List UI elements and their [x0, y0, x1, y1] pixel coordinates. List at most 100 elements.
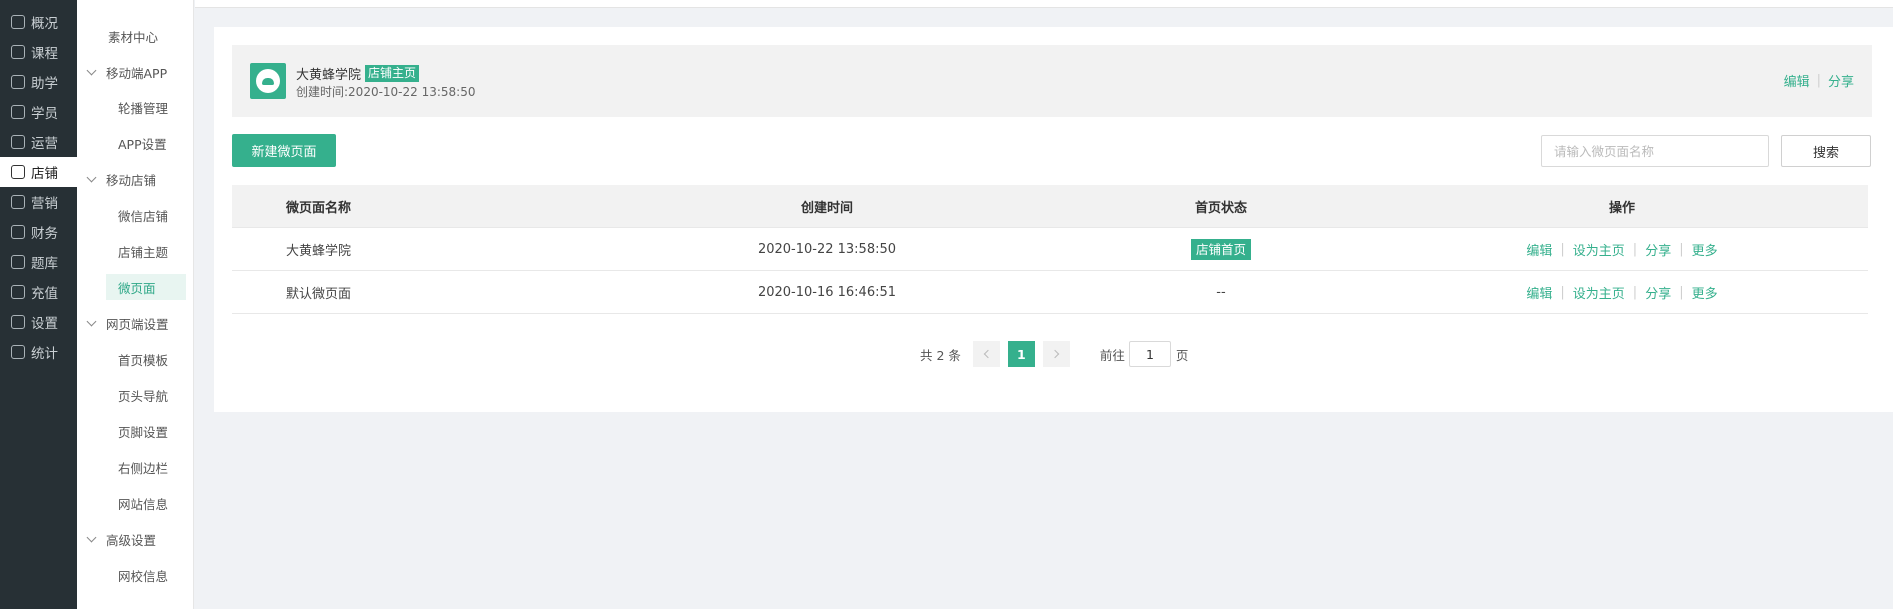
goto-label: 前往 — [1099, 347, 1125, 363]
nav-item-questions[interactable]: 题库 — [0, 247, 77, 277]
submenu-item-carousel[interactable]: 轮播管理 — [106, 94, 186, 120]
submenu-group-web-settings[interactable]: 网页端设置 — [86, 310, 169, 336]
help-icon — [11, 75, 25, 89]
pagination-total: 共 2 条 — [920, 347, 961, 363]
nav-item-finance[interactable]: 财务 — [0, 217, 77, 247]
submenu-group-mobile-app[interactable]: 移动端APP — [86, 59, 167, 85]
nav-label: 运营 — [31, 136, 58, 152]
set-home-link[interactable]: 设为主页 — [1573, 240, 1625, 259]
nav-label: 营销 — [31, 196, 58, 212]
submenu-group-advanced[interactable]: 高级设置 — [86, 526, 156, 552]
nav-label: 概况 — [31, 16, 58, 32]
goto-unit-label: 页 — [1175, 347, 1189, 363]
cube-icon — [11, 135, 25, 149]
store-logo-icon — [250, 63, 286, 99]
set-home-link[interactable]: 设为主页 — [1573, 283, 1625, 302]
column-header-status: 首页状态 — [1194, 200, 1247, 216]
chevron-down-icon — [86, 532, 97, 543]
nav-label: 充值 — [31, 286, 58, 302]
nav-item-settings[interactable]: 设置 — [0, 307, 77, 337]
page-number-button[interactable]: 1 — [1007, 341, 1035, 367]
edit-link[interactable]: 编辑 — [1526, 240, 1552, 259]
chevron-left-icon — [983, 349, 993, 359]
submenu-item-store-theme[interactable]: 店铺主题 — [106, 238, 186, 264]
submenu-item-materials[interactable]: 素材中心 — [108, 23, 158, 49]
gear-icon — [11, 315, 25, 329]
store-name: 大黄蜂学院 — [296, 68, 362, 83]
row-actions: 编辑 | 设为主页 | 分享 | 更多 — [1522, 228, 1722, 270]
nav-item-store[interactable]: 店铺 — [0, 157, 77, 187]
user-icon — [11, 105, 25, 119]
nav-label: 课程 — [31, 46, 58, 62]
next-page-button[interactable] — [1042, 341, 1070, 367]
new-micro-page-button[interactable]: 新建微页面 — [232, 134, 336, 167]
divider: | — [1560, 284, 1565, 300]
store-edit-link[interactable]: 编辑 — [1784, 71, 1810, 90]
submenu-group-mobile-store[interactable]: 移动店铺 — [86, 166, 156, 192]
submenu-item-header-nav[interactable]: 页头导航 — [106, 382, 186, 408]
submenu-item-home-template[interactable]: 首页模板 — [106, 346, 186, 372]
wallet-icon — [11, 225, 25, 239]
share-link[interactable]: 分享 — [1645, 240, 1671, 259]
page-created-time: 2020-10-22 13:58:50 — [757, 241, 897, 257]
submenu-group-label: 网页端设置 — [106, 316, 169, 332]
submenu-group-label: 移动端APP — [106, 65, 168, 81]
more-link[interactable]: 更多 — [1692, 240, 1718, 259]
nav-label: 财务 — [31, 226, 58, 242]
nav-item-course[interactable]: 课程 — [0, 37, 77, 67]
row-actions: 编辑 | 设为主页 | 分享 | 更多 — [1522, 271, 1722, 313]
pagination: 共 2 条 1 前往 页 — [920, 341, 1188, 367]
nav-label: 学员 — [31, 106, 58, 122]
column-header-time: 创建时间 — [800, 200, 853, 216]
submenu-item-school-info[interactable]: 网校信息 — [106, 562, 186, 588]
divider: | — [1679, 284, 1684, 300]
nav-item-students[interactable]: 学员 — [0, 97, 77, 127]
submenu-item-footer-settings[interactable]: 页脚设置 — [106, 418, 186, 444]
nav-item-assist[interactable]: 助学 — [0, 67, 77, 97]
top-bar — [195, 0, 1893, 8]
status-badge: 店铺首页 — [1190, 238, 1251, 260]
submenu-item-right-sidebar[interactable]: 右侧边栏 — [106, 454, 186, 480]
nav-item-recharge[interactable]: 充值 — [0, 277, 77, 307]
pen-icon — [11, 255, 25, 269]
micro-page-table: 微页面名称 创建时间 首页状态 操作 大黄蜂学院 2020-10-22 13:5… — [232, 185, 1868, 314]
home-status: -- — [1216, 284, 1226, 300]
goto-page-input[interactable] — [1128, 341, 1171, 367]
nav-item-overview[interactable]: 概况 — [0, 7, 77, 37]
column-header-actions: 操作 — [1608, 200, 1635, 216]
search-button[interactable]: 搜索 — [1781, 135, 1871, 167]
tag-icon — [11, 195, 25, 209]
nav-label: 店铺 — [31, 166, 58, 182]
column-header-name: 微页面名称 — [286, 200, 352, 216]
nav-item-marketing[interactable]: 营销 — [0, 187, 77, 217]
edit-link[interactable]: 编辑 — [1526, 283, 1552, 302]
more-link[interactable]: 更多 — [1692, 283, 1718, 302]
store-card: 大黄蜂学院 店铺主页 创建时间:2020-10-22 13:58:50 编辑 |… — [232, 45, 1872, 117]
submenu-item-micro-page[interactable]: 微页面 — [106, 274, 186, 300]
share-link[interactable]: 分享 — [1645, 283, 1671, 302]
store-share-link[interactable]: 分享 — [1828, 71, 1854, 90]
chevron-down-icon — [86, 172, 97, 183]
submenu-item-app-settings[interactable]: APP设置 — [106, 130, 186, 156]
store-home-badge: 店铺主页 — [365, 65, 420, 82]
nav-label: 统计 — [31, 346, 58, 362]
table-header: 微页面名称 创建时间 首页状态 操作 — [232, 185, 1868, 228]
chevron-down-icon — [86, 65, 97, 76]
store-card-actions: 编辑 | 分享 — [1784, 71, 1854, 90]
chevron-right-icon — [1050, 349, 1060, 359]
submenu-item-wechat-store[interactable]: 微信店铺 — [106, 202, 186, 228]
prev-page-button[interactable] — [972, 341, 1000, 367]
divider: | — [1560, 241, 1565, 257]
home-status: 店铺首页 — [1121, 228, 1321, 270]
bar-chart-icon — [11, 345, 25, 359]
nav-label: 助学 — [31, 76, 58, 92]
submenu-group-label: 高级设置 — [106, 532, 157, 548]
search-input[interactable] — [1541, 135, 1769, 167]
divider: | — [1632, 241, 1638, 257]
divider: | — [1816, 73, 1821, 88]
nav-item-operations[interactable]: 运营 — [0, 127, 77, 157]
submenu-item-site-info[interactable]: 网站信息 — [106, 490, 186, 516]
nav-item-statistics[interactable]: 统计 — [0, 337, 77, 367]
chat-icon — [11, 15, 25, 29]
table-row: 大黄蜂学院 2020-10-22 13:58:50 店铺首页 编辑 | 设为主页 |… — [232, 228, 1868, 271]
